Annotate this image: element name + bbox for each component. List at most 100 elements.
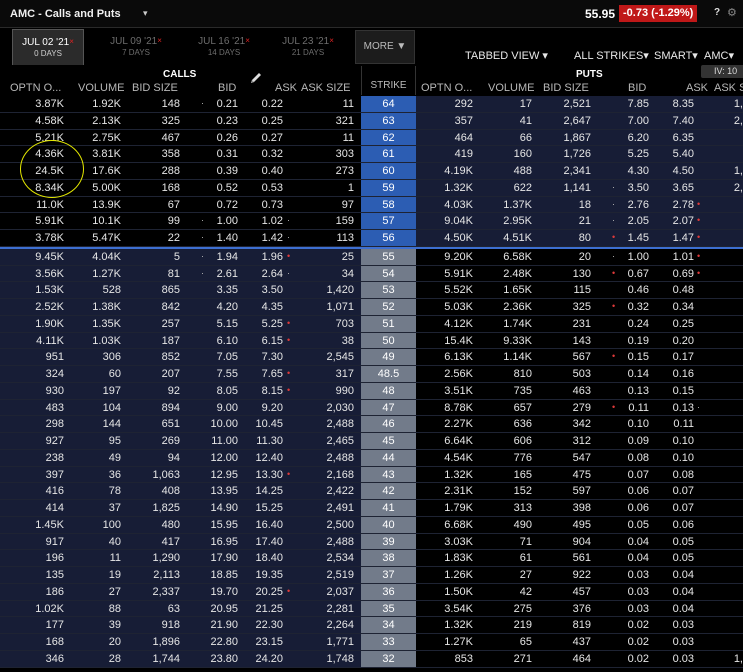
- put-bid[interactable]: 3.50: [628, 182, 649, 194]
- put-ask[interactable]: 8.35: [673, 98, 694, 110]
- put-bid-size[interactable]: 463: [573, 385, 591, 397]
- put-bid-size[interactable]: 18: [579, 199, 591, 211]
- call-open-interest[interactable]: 5.91K: [35, 215, 64, 227]
- put-bid[interactable]: 0.06: [628, 485, 649, 497]
- call-bid[interactable]: 3.35: [217, 284, 238, 296]
- put-volume[interactable]: 776: [514, 452, 532, 464]
- strike-cell[interactable]: 59: [361, 179, 416, 196]
- call-ask[interactable]: 11.30: [256, 435, 283, 447]
- call-volume[interactable]: 39: [109, 619, 121, 631]
- close-icon[interactable]: ×: [329, 36, 334, 45]
- put-bid[interactable]: 0.32: [628, 301, 649, 313]
- put-bid[interactable]: 4.30: [628, 165, 649, 177]
- call-ask-size[interactable]: 113: [336, 232, 354, 244]
- call-ask[interactable]: 1.42: [262, 232, 283, 244]
- put-volume[interactable]: 810: [514, 368, 532, 380]
- put-volume[interactable]: 313: [514, 502, 532, 514]
- call-volume[interactable]: 27: [109, 586, 121, 598]
- put-bid-size[interactable]: 1,726: [563, 148, 591, 160]
- call-bid-size[interactable]: 81: [168, 268, 180, 280]
- put-bid[interactable]: 2.76: [628, 199, 649, 211]
- put-bid-size[interactable]: 312: [573, 435, 591, 447]
- put-bid-size[interactable]: 398: [573, 502, 591, 514]
- call-bid[interactable]: 12.95: [210, 469, 238, 481]
- strike-cell[interactable]: 50: [361, 332, 416, 349]
- call-ask[interactable]: 22.30: [255, 619, 283, 631]
- call-ask[interactable]: 0.32: [262, 148, 283, 160]
- put-bid[interactable]: 0.11: [628, 402, 649, 414]
- strike-cell[interactable]: 60: [361, 163, 416, 179]
- put-bid-size[interactable]: 1,141: [563, 182, 591, 194]
- call-ask[interactable]: 20.25: [255, 586, 283, 598]
- call-bid-size[interactable]: 651: [162, 418, 180, 430]
- col-put-volume[interactable]: VOLUME: [488, 82, 534, 94]
- table-row[interactable]: 46 298 144 651 10.00 10.45 2,488 2.27K 636 342 0.1…: [0, 416, 743, 433]
- call-ask-size[interactable]: 2,422: [326, 485, 354, 497]
- put-open-interest[interactable]: 5.52K: [444, 284, 473, 296]
- put-ask[interactable]: 0.11: [673, 418, 694, 430]
- put-ask[interactable]: 1.47: [673, 232, 694, 244]
- call-ask[interactable]: 19.35: [255, 569, 283, 581]
- call-bid-size[interactable]: 480: [162, 519, 180, 531]
- put-ask[interactable]: 0.06: [673, 519, 694, 531]
- call-bid[interactable]: 10.00: [210, 418, 238, 430]
- put-ask[interactable]: 0.04: [673, 603, 694, 615]
- call-bid[interactable]: 0.72: [217, 199, 238, 211]
- strike-cell[interactable]: 41: [361, 500, 416, 516]
- put-bid[interactable]: 0.03: [628, 586, 649, 598]
- put-open-interest[interactable]: 15.4K: [444, 335, 473, 347]
- call-ask-size[interactable]: 2,264: [326, 619, 354, 631]
- strike-cell[interactable]: 52: [361, 299, 416, 315]
- table-row[interactable]: 59 8.34K 5.00K 168 0.52 0.53 1 1.32K 622 1,141 3.5…: [0, 179, 743, 197]
- strike-cell[interactable]: 35: [361, 600, 416, 617]
- put-volume[interactable]: 2.95K: [503, 215, 532, 227]
- call-open-interest[interactable]: 11.0K: [36, 199, 64, 211]
- call-volume[interactable]: 60: [109, 368, 121, 380]
- put-ask[interactable]: 0.03: [673, 653, 694, 665]
- put-open-interest[interactable]: 5.03K: [444, 301, 473, 313]
- call-ask-size[interactable]: 2,168: [326, 469, 354, 481]
- put-volume[interactable]: 606: [514, 435, 532, 447]
- close-icon[interactable]: ×: [245, 36, 250, 45]
- table-row[interactable]: 64 3.87K 1.92K 148 0.21 0.22 11 292 17 2,521 7.85 8…: [0, 96, 743, 113]
- put-open-interest[interactable]: 6.68K: [444, 519, 473, 531]
- call-ask[interactable]: 0.22: [262, 98, 283, 110]
- put-open-interest[interactable]: 4.54K: [444, 452, 473, 464]
- call-bid-size[interactable]: 288: [162, 165, 180, 177]
- call-ask-size[interactable]: 2,545: [326, 351, 354, 363]
- call-ask-size[interactable]: 11: [343, 132, 354, 144]
- call-volume[interactable]: 2.75K: [92, 132, 121, 144]
- call-bid[interactable]: 20.95: [210, 603, 238, 615]
- put-volume[interactable]: 160: [514, 148, 532, 160]
- col-put-bid-size[interactable]: BID SIZE: [543, 82, 589, 94]
- window-title[interactable]: AMC - Calls and Puts: [10, 8, 121, 20]
- put-bid[interactable]: 0.08: [628, 452, 649, 464]
- put-open-interest[interactable]: 6.64K: [444, 435, 473, 447]
- call-bid-size[interactable]: 94: [168, 452, 180, 464]
- put-ask[interactable]: 2.07: [673, 215, 694, 227]
- call-bid-size[interactable]: 2,113: [153, 569, 180, 581]
- call-volume[interactable]: 1.27K: [92, 268, 121, 280]
- call-ask[interactable]: 1.02: [262, 215, 283, 227]
- put-open-interest[interactable]: 3.03K: [444, 536, 473, 548]
- call-bid[interactable]: 0.23: [217, 115, 238, 127]
- call-open-interest[interactable]: 2.52K: [35, 301, 64, 313]
- put-bid[interactable]: 1.45: [628, 232, 649, 244]
- call-bid[interactable]: 21.90: [210, 619, 238, 631]
- tabbed-view-dropdown[interactable]: TABBED VIEW ▾: [465, 49, 548, 62]
- put-volume[interactable]: 622: [514, 182, 532, 194]
- call-bid[interactable]: 0.21: [217, 98, 238, 110]
- call-bid[interactable]: 6.10: [217, 335, 238, 347]
- put-bid-size[interactable]: 464: [573, 653, 591, 665]
- call-bid[interactable]: 0.26: [217, 132, 238, 144]
- put-ask[interactable]: 0.03: [673, 619, 694, 631]
- put-bid[interactable]: 0.03: [628, 603, 649, 615]
- call-bid[interactable]: 1.40: [217, 232, 238, 244]
- col-call-ask[interactable]: ASK: [275, 82, 297, 94]
- put-open-interest[interactable]: 1.32K: [444, 619, 473, 631]
- call-ask[interactable]: 15.25: [255, 502, 283, 514]
- put-bid-size[interactable]: 342: [573, 418, 591, 430]
- call-bid[interactable]: 5.15: [217, 318, 238, 330]
- call-bid[interactable]: 23.80: [210, 653, 238, 665]
- call-open-interest[interactable]: 3.87K: [35, 98, 64, 110]
